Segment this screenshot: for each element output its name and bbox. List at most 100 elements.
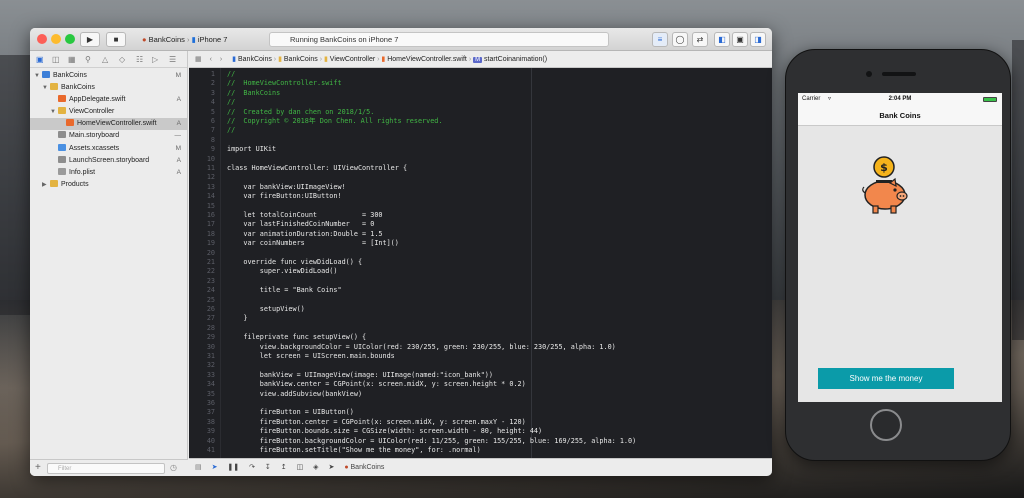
source-editor: ▦ ‹ › ▮ BankCoins › ▮ BankCoins › ▮ View… [189, 51, 772, 476]
breadcrumb-group[interactable]: BankCoins [284, 56, 318, 63]
battery-icon [983, 97, 997, 102]
code-text: var fireButton:UIButton! [227, 192, 342, 201]
code-text: var animationDuration:Double = 1.5 [227, 229, 383, 238]
back-icon[interactable]: ‹ [210, 56, 212, 63]
search-icon[interactable]: ⚲ [85, 55, 91, 64]
memory-graph-icon[interactable]: ◈ [313, 464, 318, 471]
navigator-item-label: BankCoins [53, 72, 87, 79]
line-number: 27 [206, 314, 215, 323]
navigator-item[interactable]: Info.plist A [30, 167, 187, 179]
standard-editor-button[interactable]: ≡ [652, 32, 668, 47]
warning-icon[interactable]: △ [102, 55, 108, 64]
svg-text:$: $ [880, 161, 888, 174]
line-number: 29 [206, 333, 215, 342]
navigator-toggle-button[interactable]: ◧ [714, 32, 730, 47]
navigator-item[interactable]: ▼ ViewController [30, 106, 187, 118]
line-number: 12 [206, 173, 215, 182]
swift-icon [66, 119, 74, 127]
run-button[interactable]: ▶ [80, 32, 100, 47]
breakpoint-icon[interactable]: ▷ [152, 55, 158, 64]
code-text: import UIKit [227, 145, 277, 154]
code-text: fireButton = UIButton() [227, 408, 354, 417]
navigator-item[interactable]: Main.storyboard — [30, 130, 187, 142]
debug-icon[interactable]: ☷ [136, 55, 143, 64]
code-text: let totalCoinCount = 300 [227, 211, 383, 219]
speaker [882, 72, 916, 76]
navigator-item-label: ViewController [69, 108, 115, 116]
breadcrumb-project[interactable]: BankCoins [238, 56, 272, 63]
scheme-selector[interactable]: ● BankCoins › ▮ iPhone 7 [142, 32, 227, 47]
source-control-icon[interactable]: ◫ [52, 55, 60, 64]
xcode-window: ▶ ■ ● BankCoins › ▮ iPhone 7 Running Ban… [30, 28, 772, 476]
test-icon[interactable]: ◇ [119, 55, 125, 64]
inspector-toggle-button[interactable]: ◨ [750, 32, 766, 47]
console-icon[interactable]: ▤ [195, 464, 202, 471]
pause-icon[interactable]: ❚❚ [227, 464, 239, 471]
navigator-item[interactable]: ▶ Products [30, 179, 187, 191]
project-icon [42, 71, 50, 78]
close-window-button[interactable] [37, 34, 47, 44]
storyboard-icon [58, 131, 66, 139]
device-selector[interactable]: iPhone 7 [198, 35, 228, 44]
code-text: var bankView:UIImageView! [227, 182, 346, 191]
symbol-icon[interactable]: ▦ [68, 55, 76, 64]
version-editor-button[interactable]: ⇄ [692, 32, 708, 47]
minimize-window-button[interactable] [51, 34, 61, 44]
line-number: 33 [206, 370, 215, 379]
related-items-icon[interactable]: ▦ [195, 56, 202, 63]
navigator-item[interactable]: HomeViewController.swift A [30, 118, 187, 131]
code-text: let screen = UIScreen.main.bounds [227, 352, 395, 360]
step-in-icon[interactable]: ↧ [265, 464, 271, 471]
navigator-item[interactable]: ▼ BankCoins [30, 82, 187, 94]
location-icon[interactable]: ➤ [329, 464, 335, 471]
code-text: fireButton.center = CGPoint(x: screen.mi… [227, 417, 526, 426]
project-icon: ▮ [232, 56, 237, 63]
navigator-item[interactable]: LaunchScreen.storyboard A [30, 155, 187, 167]
code-line: 27 } [189, 314, 248, 324]
disclosure-closed-icon[interactable]: ▶ [42, 179, 50, 191]
breadcrumb-method[interactable]: startCoinanimation() [484, 56, 547, 63]
zoom-window-button[interactable] [65, 34, 75, 44]
code-text: bankView = UIImageView(image: UIImage(na… [227, 370, 493, 379]
view-debugger-icon[interactable]: ◫ [297, 464, 304, 471]
code-text: var lastFinishedCoinNumber = 0 [227, 220, 375, 229]
code-text: fileprivate func setupView() { [227, 333, 367, 342]
show-money-button[interactable]: Show me the money [818, 368, 954, 389]
breadcrumb-folder[interactable]: ViewController [330, 56, 375, 63]
code-line: 30 view.backgroundColor = UIColor(red: 2… [189, 343, 616, 353]
code-line: 24 title = "Bank Coins" [189, 286, 342, 296]
filter-input[interactable]: Filter [47, 463, 165, 474]
assistant-editor-button[interactable]: ◯ [672, 32, 688, 47]
code-area[interactable]: 1 // 2 // HomeViewController.swift 3 // BankC… [189, 68, 772, 458]
recent-files-icon[interactable]: ◷ [170, 463, 177, 472]
step-over-icon[interactable]: ↷ [249, 464, 255, 471]
breakpoints-icon[interactable]: ➤ [212, 464, 218, 471]
line-number: 3 [210, 88, 215, 97]
navigator-item[interactable]: ▼ BankCoins M [30, 70, 187, 82]
disclosure-open-icon[interactable]: ▼ [50, 106, 58, 118]
line-number: 18 [206, 229, 215, 238]
jump-bar: ▦ ‹ › ▮ BankCoins › ▮ BankCoins › ▮ View… [189, 51, 772, 68]
line-number: 39 [206, 427, 215, 436]
code-line: 40 fireButton.backgroundColor = UIColor(… [189, 437, 636, 447]
line-number: 17 [206, 220, 215, 229]
code-line: 25 [189, 296, 227, 306]
disclosure-open-icon[interactable]: ▼ [34, 70, 42, 82]
debug-area-toggle-button[interactable]: ▣ [732, 32, 748, 47]
navigator-item[interactable]: AppDelegate.swift A [30, 94, 187, 106]
code-line: 11 class HomeViewController: UIViewContro… [189, 164, 407, 174]
toolbar: ▶ ■ ● BankCoins › ▮ iPhone 7 Running Ban… [30, 28, 772, 51]
stop-button[interactable]: ■ [106, 32, 126, 47]
forward-icon[interactable]: › [220, 56, 222, 63]
report-icon[interactable]: ☰ [169, 55, 176, 64]
add-icon[interactable]: + [35, 462, 41, 473]
folder-icon: ▮ [323, 56, 328, 63]
folder-icon[interactable]: ▣ [36, 55, 44, 64]
step-out-icon[interactable]: ↥ [281, 464, 287, 471]
home-button[interactable] [870, 409, 902, 441]
assets-icon [58, 143, 66, 151]
disclosure-open-icon[interactable]: ▼ [42, 82, 50, 94]
breadcrumb-file[interactable]: HomeViewController.swift [387, 56, 467, 63]
app-icon: ● [344, 464, 349, 471]
navigator-item[interactable]: Assets.xcassets M [30, 143, 187, 155]
